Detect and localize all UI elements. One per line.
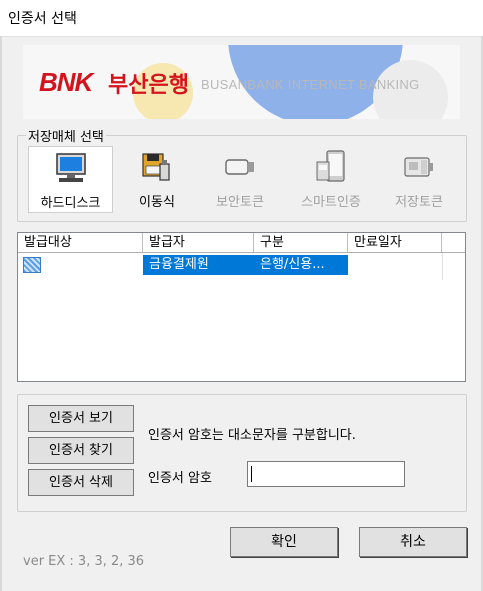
storage-option-label: 스마트인증 bbox=[301, 195, 361, 210]
password-case-notice: 인증서 암호는 대소문자를 구분합니다. bbox=[148, 428, 356, 443]
storage-option-storage-token: 저장토큰 bbox=[382, 146, 456, 211]
storage-option-label: 보안토큰 bbox=[216, 195, 264, 210]
column-divider bbox=[442, 253, 443, 280]
cell-subject bbox=[42, 255, 142, 275]
storage-option-harddisk[interactable]: 하드디스크 bbox=[28, 146, 113, 213]
window-title: 인증서 선택 bbox=[8, 11, 77, 27]
cancel-button[interactable]: 취소 bbox=[359, 527, 467, 557]
bank-logo-en: BNK bbox=[39, 67, 93, 97]
ok-button[interactable]: 확인 bbox=[230, 527, 338, 557]
text-caret bbox=[251, 466, 252, 482]
column-header-issuer[interactable]: 발급자 bbox=[143, 233, 254, 252]
certificate-list-header: 발급대상 발급자 구분 만료일자 bbox=[18, 233, 465, 253]
column-header-subject[interactable]: 발급대상 bbox=[18, 233, 143, 252]
column-header-type[interactable]: 구분 bbox=[254, 233, 348, 252]
storage-option-smart-auth: 스마트인증 bbox=[290, 146, 372, 211]
certificate-icon bbox=[23, 257, 41, 273]
window-edge-left bbox=[0, 36, 2, 591]
find-certificate-button[interactable]: 인증서 찾기 bbox=[28, 437, 134, 464]
table-row[interactable]: 금융결제원 은행/신용... bbox=[18, 254, 465, 276]
cell-type: 은행/신용... bbox=[254, 255, 348, 275]
storage-option-label: 하드디스크 bbox=[40, 196, 101, 211]
usb-token-icon bbox=[223, 150, 257, 188]
bank-banner: BNK 부산은행 BUSANBANK INTERNET BANKING bbox=[23, 45, 460, 119]
column-header-expiry[interactable]: 만료일자 bbox=[348, 233, 442, 252]
certificate-actions-group: 인증서 보기 인증서 찾기 인증서 삭제 인증서 암호는 대소문자를 구분합니다… bbox=[17, 394, 467, 512]
bank-logo-ko: 부산은행 bbox=[108, 73, 189, 98]
password-label: 인증서 암호 bbox=[148, 471, 212, 486]
banner-tagline: BUSANBANK INTERNET BANKING bbox=[201, 77, 420, 92]
view-certificate-button[interactable]: 인증서 보기 bbox=[28, 405, 134, 432]
storage-option-security-token: 보안토큰 bbox=[205, 146, 275, 211]
cell-issuer: 금융결제원 bbox=[143, 255, 254, 275]
cell-expiry bbox=[348, 255, 442, 275]
delete-certificate-button[interactable]: 인증서 삭제 bbox=[28, 469, 134, 496]
storage-option-removable[interactable]: 이동식 bbox=[126, 146, 188, 211]
monitor-icon bbox=[54, 151, 88, 189]
storage-token-icon bbox=[402, 150, 436, 188]
storage-media-group: 저장매체 선택 하드디스크 이동식 보안토큰 스마트인증 저장토큰 bbox=[17, 126, 467, 222]
floppy-usb-icon bbox=[140, 150, 174, 188]
password-input[interactable] bbox=[251, 463, 405, 487]
title-bar[interactable]: 인증서 선택 bbox=[0, 0, 483, 37]
storage-option-label: 저장토큰 bbox=[395, 195, 443, 210]
password-field[interactable] bbox=[247, 461, 405, 487]
storage-media-options: 하드디스크 이동식 보안토큰 스마트인증 저장토큰 bbox=[18, 146, 466, 216]
storage-option-label: 이동식 bbox=[139, 195, 175, 210]
storage-group-legend: 저장매체 선택 bbox=[26, 126, 106, 145]
certificate-list[interactable]: 발급대상 발급자 구분 만료일자 금융결제원 은행/신용... bbox=[17, 232, 466, 382]
smartphone-icon bbox=[314, 150, 348, 188]
version-label: ver EX : 3, 3, 2, 36 bbox=[23, 554, 145, 569]
